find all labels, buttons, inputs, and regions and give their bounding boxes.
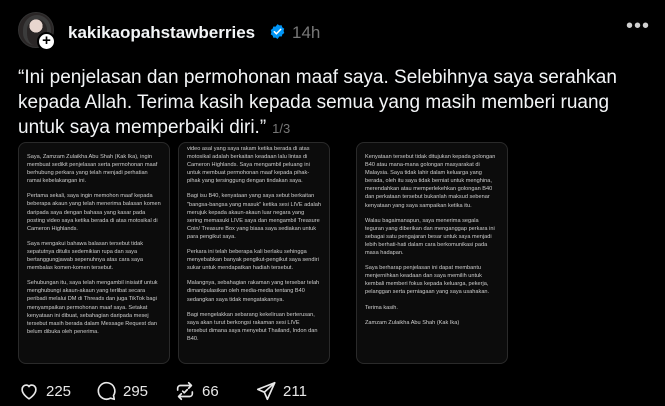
post-header: + kakikaopahstawberries 14h •••: [18, 12, 658, 54]
statement-image-1[interactable]: Saya, Zamzam Zulaikha Abu Shah (Kak Ika)…: [18, 142, 170, 364]
statement-paragraph: Perkara ini telah beberapa kali berlaku …: [187, 249, 319, 272]
statement-paragraph: Walau bagaimanapun, saya menerima segala…: [365, 217, 495, 257]
repost-button[interactable]: 66: [174, 380, 219, 402]
like-count: 225: [46, 382, 72, 400]
statement-paragraph: Bagi isu B40, kenyataan yang saya sebut …: [187, 193, 321, 240]
verified-badge-icon: [270, 24, 285, 39]
like-button[interactable]: 225: [18, 380, 71, 402]
statement-image-2[interactable]: video asal yang saya rakam ketika berada…: [178, 142, 330, 364]
image-page-indicator: 1/3: [272, 121, 291, 136]
comment-bubble-icon: [97, 381, 116, 401]
statement-paragraph: video asal yang saya rakam ketika berada…: [187, 146, 310, 185]
share-count: 211: [283, 382, 307, 400]
follow-plus-icon[interactable]: +: [37, 32, 56, 51]
paper-plane-icon: [256, 381, 276, 401]
more-options-icon[interactable]: •••: [626, 15, 650, 38]
statement-signature: Zamzam Zulaikha Abu Shah (Kak Ika): [365, 319, 460, 326]
post-caption: “Ini penjelasan dan permohonan maaf saya…: [18, 65, 648, 141]
post-actions: 225 295 66 211: [18, 380, 348, 404]
share-button[interactable]: 211: [255, 380, 307, 402]
statement-paragraph: Terima kasih.: [365, 304, 398, 311]
image-carousel[interactable]: Saya, Zamzam Zulaikha Abu Shah (Kak Ika)…: [18, 142, 648, 364]
statement-paragraph: Saya berharap penjelasan ini dapat memba…: [365, 265, 490, 296]
repost-count: 66: [202, 382, 219, 400]
statement-image-3[interactable]: Kenyataan tersebut tidak ditujukan kepad…: [356, 142, 508, 364]
username[interactable]: kakikaopahstawberries: [68, 23, 255, 43]
statement-paragraph: Saya, Zamzam Zulaikha Abu Shah (Kak Ika)…: [27, 154, 158, 185]
comment-button[interactable]: 295: [95, 380, 148, 402]
post-timestamp: 14h: [292, 23, 321, 42]
caption-text: “Ini penjelasan dan permohonan maaf saya…: [18, 67, 617, 138]
statement-paragraph: Sehubungan itu, saya telah mengambil ini…: [27, 280, 158, 335]
statement-paragraph: Saya mengakui bahawa balasan tersebut ti…: [27, 240, 143, 272]
repost-icon: [176, 381, 194, 401]
statement-paragraph: Bagi mengelakkan sebarang kekeliruan ber…: [187, 311, 318, 342]
comment-count: 295: [123, 382, 149, 400]
statement-paragraph: Pertama sekali, saya ingin memohon maaf …: [27, 193, 161, 232]
statement-paragraph: Malangnya, sebahagian rakaman yang terse…: [187, 280, 320, 303]
statement-paragraph: Kenyataan tersebut tidak ditujukan kepad…: [365, 154, 496, 209]
heart-icon: [21, 384, 37, 400]
